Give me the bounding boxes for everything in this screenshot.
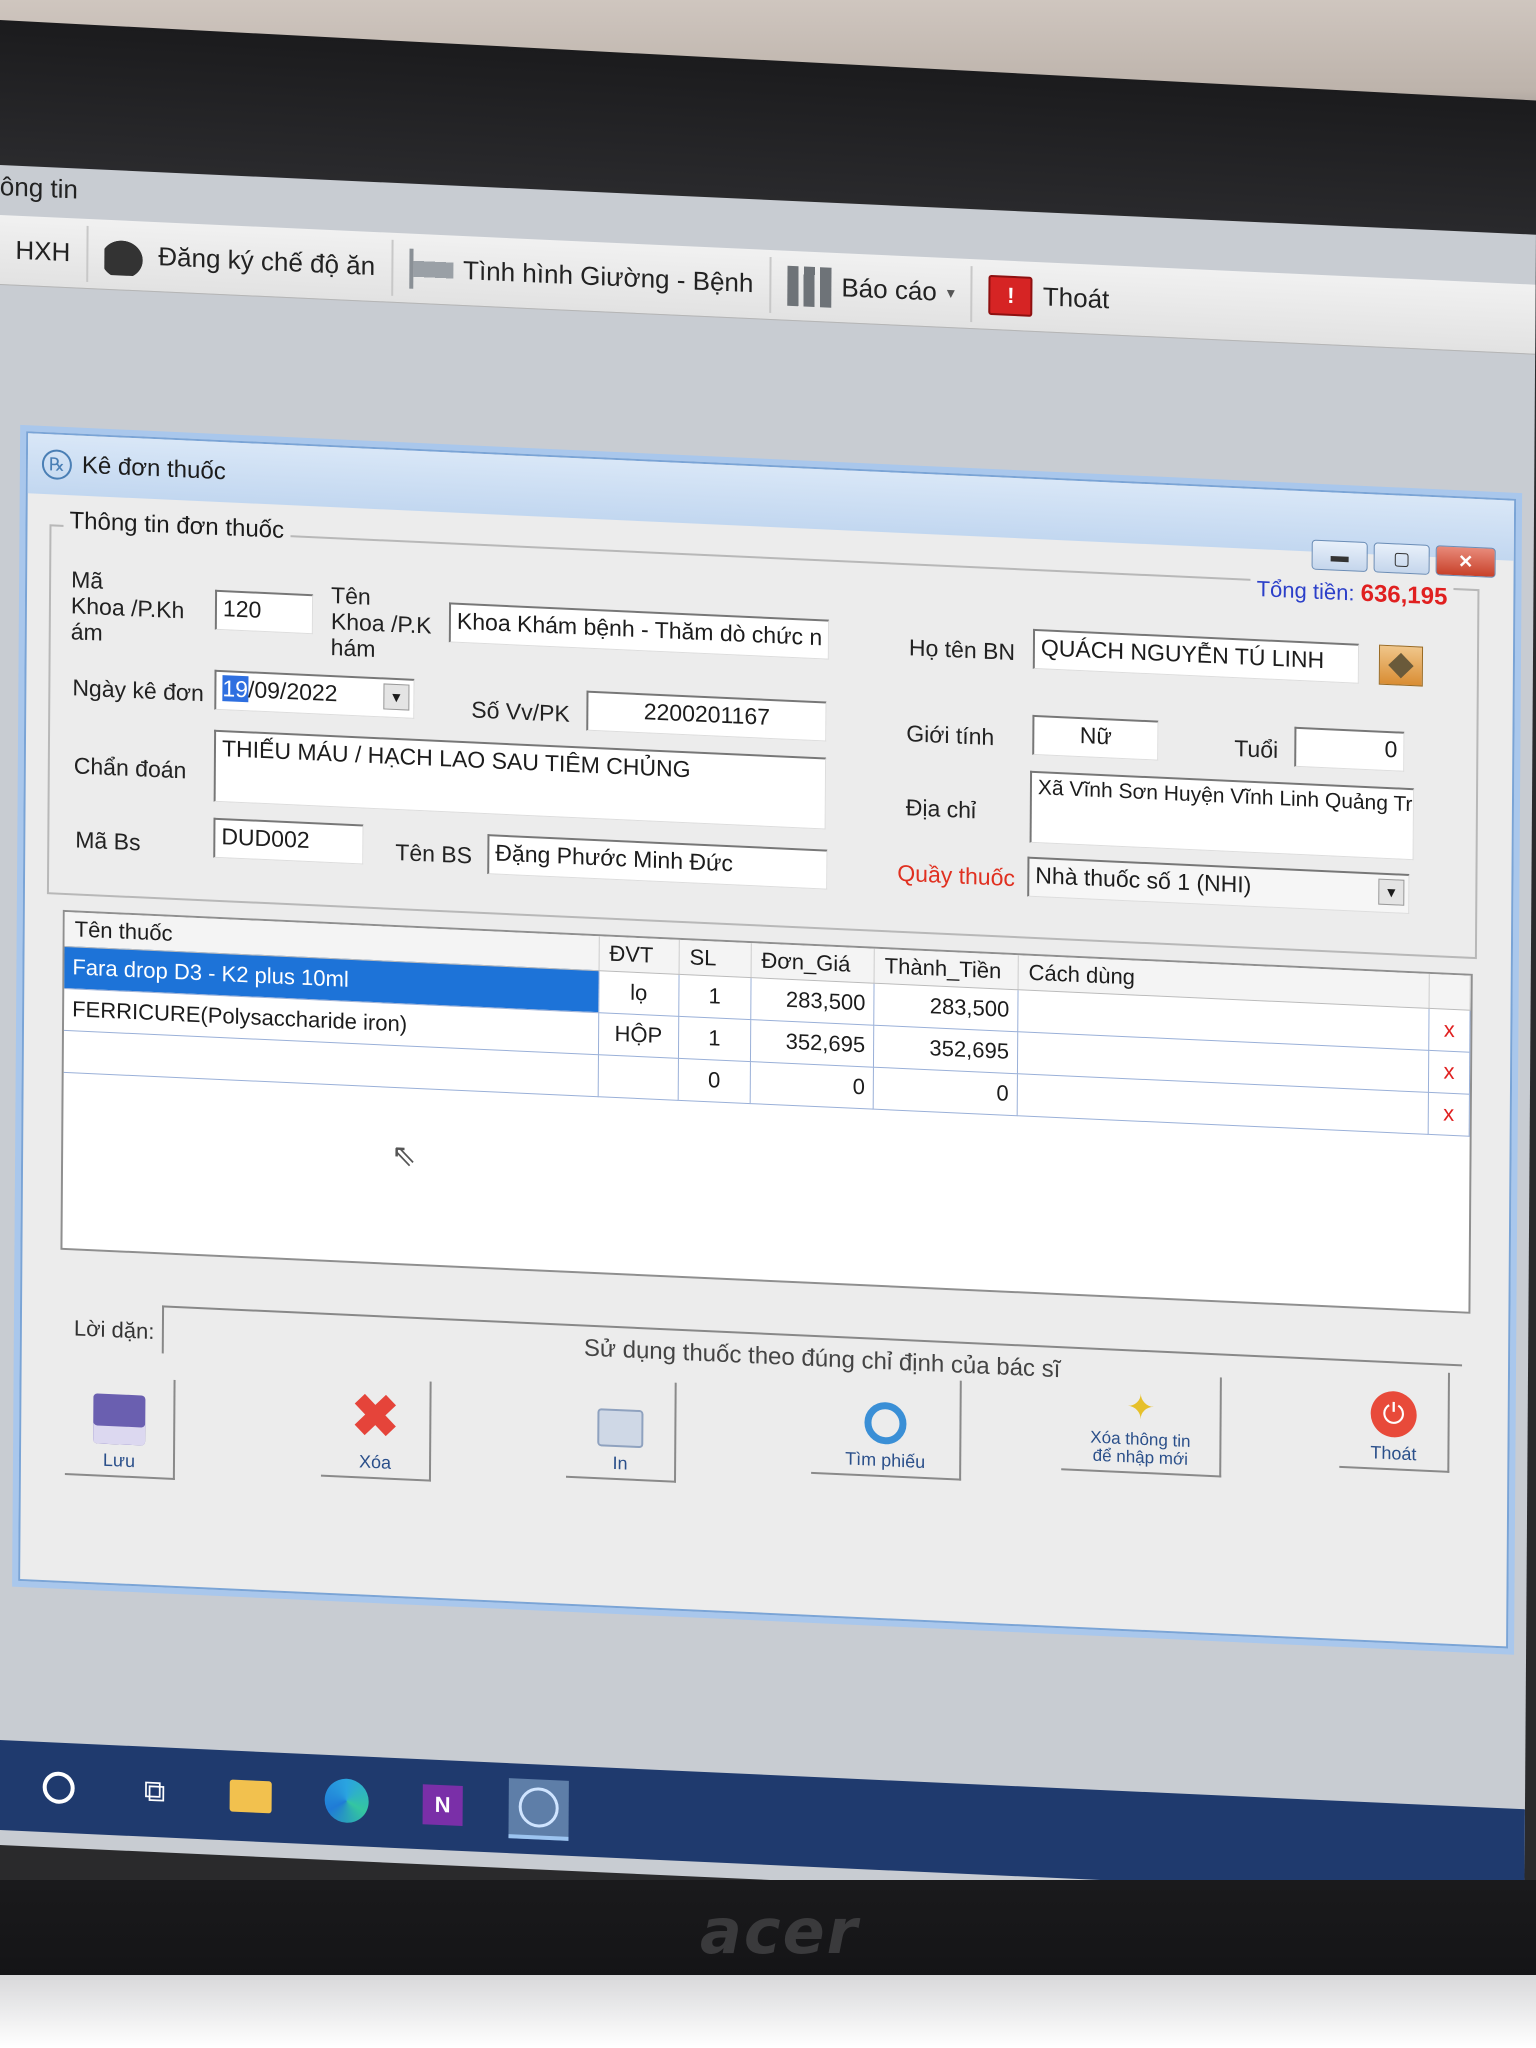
exit-label: Thoát	[1370, 1442, 1417, 1465]
ten-bs-label: Tên BS	[395, 838, 473, 869]
clear-info-button[interactable]: ✦ Xóa thông tin để nhập mới	[1061, 1370, 1222, 1478]
menu-item-label: HXH	[15, 234, 71, 268]
close-button[interactable]: ✕	[1435, 545, 1496, 578]
dialog-title: Kê đơn thuốc	[81, 451, 226, 486]
edge-browser-icon[interactable]	[316, 1769, 376, 1832]
date-rest: /09/2022	[247, 676, 338, 707]
col-don-gia[interactable]: Đơn_Giá	[750, 943, 875, 983]
exit-button[interactable]: ⏻ Thoát	[1339, 1367, 1450, 1473]
delete-label: Xóa	[358, 1451, 392, 1473]
chan-doan-label: Chẩn đoán	[73, 752, 187, 784]
app-title: ông tin	[0, 170, 79, 205]
cell-thanh-tien[interactable]: 283,500	[873, 982, 1018, 1032]
dia-chi-label: Địa chỉ	[905, 794, 977, 824]
ma-khoa-field[interactable]: 120	[214, 589, 314, 635]
cell-thanh-tien[interactable]: 352,695	[873, 1024, 1018, 1074]
loi-dan-label: Lời dặn:	[73, 1315, 155, 1345]
so-vv-label: Số Vv/PK	[471, 696, 570, 727]
task-view-icon[interactable]: ⧉	[124, 1761, 184, 1824]
start-search-icon[interactable]	[28, 1756, 88, 1819]
menu-bar: HXH Đăng ký chế độ ăn Tình hình Giường -…	[0, 214, 1536, 355]
search-icon	[864, 1401, 907, 1446]
report-icon	[787, 265, 832, 308]
drug-grid: Tên thuốc ĐVT SL Đơn_Giá Thành_Tiền Cách…	[60, 909, 1473, 1314]
print-button[interactable]: In	[566, 1377, 677, 1483]
menu-item-thoat[interactable]: ! Thoát	[973, 266, 1126, 329]
cell-thanh-tien[interactable]: 0	[873, 1066, 1018, 1116]
delete-row-button[interactable]: x	[1428, 1049, 1470, 1094]
file-explorer-icon[interactable]	[220, 1765, 280, 1828]
ten-khoa-label: Tên Khoa /P.K hám	[330, 582, 432, 662]
clear-info-label-2: để nhập mới	[1092, 1445, 1188, 1470]
col-delete	[1428, 973, 1471, 1010]
power-icon: ⏻	[1370, 1390, 1417, 1439]
bed-icon	[408, 248, 454, 291]
menu-item-dang-ky-che-do-an[interactable]: Đăng ký chế độ ăn	[88, 225, 394, 296]
delete-row-button[interactable]: x	[1428, 1007, 1471, 1052]
menu-item-label: Thoát	[1042, 281, 1110, 315]
menu-item-bao-cao[interactable]: Báo cáo ▾	[771, 256, 974, 322]
cell-dvt[interactable]: HỘP	[598, 1012, 679, 1058]
cell-sl[interactable]: 1	[678, 1015, 751, 1062]
quay-thuoc-label: Quầy thuốc	[897, 859, 1016, 892]
delete-row-button[interactable]: x	[1427, 1091, 1470, 1136]
cell-sl[interactable]: 0	[678, 1057, 751, 1104]
exit-icon: !	[988, 274, 1033, 317]
cell-don-gia[interactable]: 0	[749, 1061, 874, 1109]
prescription-icon: ℞	[41, 448, 73, 481]
onenote-icon[interactable]: N	[412, 1774, 472, 1837]
print-label: In	[612, 1452, 628, 1474]
ma-bs-field[interactable]: DUD002	[213, 817, 364, 865]
chevron-down-icon[interactable]: ▾	[947, 282, 955, 302]
mouse-cursor-icon: ⇖	[391, 1138, 417, 1173]
cell-dvt[interactable]: lọ	[598, 970, 679, 1016]
cell-sl[interactable]: 1	[678, 973, 751, 1020]
patient-lookup-button[interactable]	[1378, 644, 1424, 687]
chevron-down-icon[interactable]: ▼	[1378, 878, 1405, 906]
delete-button[interactable]: ✖ Xóa	[320, 1376, 432, 1482]
ma-khoa-label: Mã Khoa /P.Kh ám	[70, 566, 185, 646]
desk-surface	[0, 1975, 1536, 2048]
menu-item-label: Tình hình Giường - Bệnh	[463, 255, 754, 299]
menu-item-label: Báo cáo	[841, 272, 937, 307]
taskbar: ⧉ N	[0, 1739, 1525, 1900]
save-button[interactable]: Lưu	[64, 1375, 176, 1480]
ho-ten-label: Họ tên BN	[908, 634, 1016, 666]
total-value: 636,195	[1360, 579, 1448, 611]
screen: ông tin HXH Đăng ký chế độ ăn Tình hình …	[0, 165, 1536, 1915]
hospital-app-icon[interactable]	[508, 1778, 569, 1841]
quay-thuoc-value: Nhà thuốc số 1 (NHI)	[1035, 862, 1252, 898]
search-ticket-button[interactable]: Tìm phiếu	[811, 1373, 962, 1481]
gioi-tinh-field[interactable]: Nữ	[1032, 714, 1159, 761]
menu-item-label: Đăng ký chế độ ăn	[158, 241, 376, 282]
col-dvt[interactable]: ĐVT	[598, 936, 680, 974]
helmet-icon	[104, 234, 149, 277]
broom-icon: ✦	[1126, 1387, 1156, 1428]
tuoi-label: Tuổi	[1234, 735, 1279, 764]
delete-x-icon: ✖	[350, 1382, 400, 1451]
ma-bs-label: Mã Bs	[75, 826, 141, 856]
save-label: Lưu	[102, 1449, 136, 1472]
menu-item-hxh[interactable]: HXH	[0, 221, 89, 282]
menu-item-tinh-hinh-giuong-benh[interactable]: Tình hình Giường - Bệnh	[392, 239, 772, 313]
cell-don-gia[interactable]: 352,695	[750, 1019, 874, 1067]
floppy-disk-icon	[93, 1393, 146, 1446]
minimize-button[interactable]: ▬	[1311, 539, 1368, 573]
cell-don-gia[interactable]: 283,500	[750, 977, 875, 1025]
prescription-dialog: ℞ Kê đơn thuốc ▬ ▢ ✕ Thông tin đơn thuốc…	[18, 431, 1517, 1649]
cell-dvt[interactable]	[597, 1054, 679, 1100]
diamond-icon	[1388, 652, 1414, 679]
chevron-down-icon[interactable]: ▼	[383, 683, 410, 711]
total-label: Tổng tiền:	[1256, 576, 1355, 606]
monitor-brand-logo: acer	[700, 1895, 860, 1968]
col-sl[interactable]: SL	[678, 939, 752, 978]
gioi-tinh-label: Giới tính	[906, 720, 995, 751]
tuoi-field[interactable]: 0	[1294, 726, 1405, 772]
search-ticket-label: Tìm phiếu	[845, 1448, 926, 1473]
maximize-button[interactable]: ▢	[1373, 542, 1430, 575]
printer-icon	[597, 1408, 644, 1449]
date-day-selected: 19	[222, 675, 249, 703]
